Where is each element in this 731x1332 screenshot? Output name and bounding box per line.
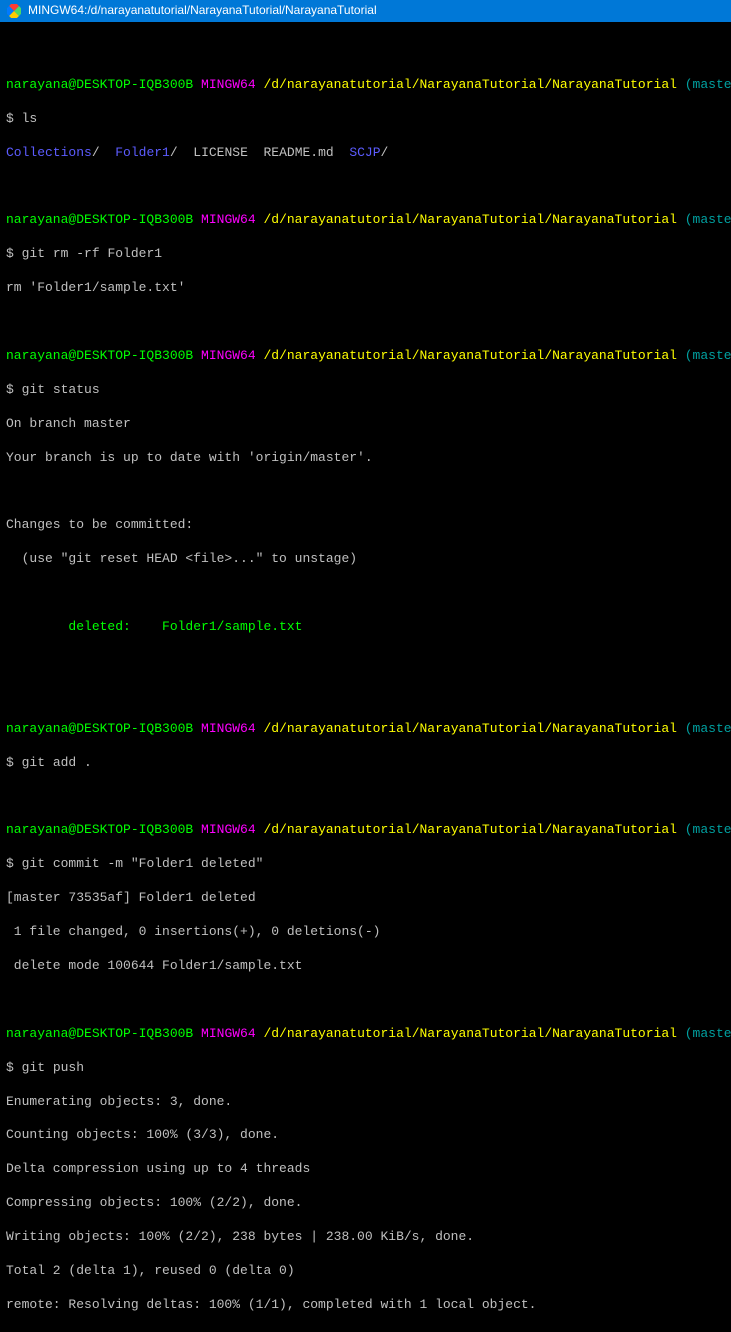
commit-output: delete mode 100644 Folder1/sample.txt xyxy=(6,958,725,975)
push-output: Delta compression using up to 4 threads xyxy=(6,1161,725,1178)
push-output: Writing objects: 100% (2/2), 238 bytes |… xyxy=(6,1229,725,1246)
prompt-line: narayana@DESKTOP-IQB300B MINGW64 /d/nara… xyxy=(6,212,725,229)
git-bash-icon xyxy=(6,3,22,19)
push-output: Counting objects: 100% (3/3), done. xyxy=(6,1127,725,1144)
push-output: To https://github.com/NarayanaTutorial/N… xyxy=(6,1331,725,1332)
ls-output: Collections/ Folder1/ LICENSE README.md … xyxy=(6,145,725,162)
status-output: (use "git reset HEAD <file>..." to unsta… xyxy=(6,551,725,568)
status-output: Changes to be committed: xyxy=(6,517,725,534)
prompt-line: narayana@DESKTOP-IQB300B MINGW64 /d/nara… xyxy=(6,77,725,94)
window-title: MINGW64:/d/narayanatutorial/NarayanaTuto… xyxy=(28,3,377,19)
command-line: $ git push xyxy=(6,1060,725,1077)
window-titlebar[interactable]: MINGW64:/d/narayanatutorial/NarayanaTuto… xyxy=(0,0,731,22)
prompt-line: narayana@DESKTOP-IQB300B MINGW64 /d/nara… xyxy=(6,721,725,738)
commit-output: [master 73535af] Folder1 deleted xyxy=(6,890,725,907)
command-line: $ git commit -m "Folder1 deleted" xyxy=(6,856,725,873)
command-line: $ git add . xyxy=(6,755,725,772)
status-output: Your branch is up to date with 'origin/m… xyxy=(6,450,725,467)
command-line: $ ls xyxy=(6,111,725,128)
commit-output: 1 file changed, 0 insertions(+), 0 delet… xyxy=(6,924,725,941)
status-deleted: deleted: Folder1/sample.txt xyxy=(6,619,725,636)
push-output: remote: Resolving deltas: 100% (1/1), co… xyxy=(6,1297,725,1314)
push-output: Total 2 (delta 1), reused 0 (delta 0) xyxy=(6,1263,725,1280)
terminal-area[interactable]: narayana@DESKTOP-IQB300B MINGW64 /d/nara… xyxy=(0,22,731,1332)
command-line: $ git rm -rf Folder1 xyxy=(6,246,725,263)
prompt-line: narayana@DESKTOP-IQB300B MINGW64 /d/nara… xyxy=(6,822,725,839)
prompt-line: narayana@DESKTOP-IQB300B MINGW64 /d/nara… xyxy=(6,1026,725,1043)
push-output: Enumerating objects: 3, done. xyxy=(6,1094,725,1111)
status-output: On branch master xyxy=(6,416,725,433)
prompt-line: narayana@DESKTOP-IQB300B MINGW64 /d/nara… xyxy=(6,348,725,365)
push-output: Compressing objects: 100% (2/2), done. xyxy=(6,1195,725,1212)
rm-output: rm 'Folder1/sample.txt' xyxy=(6,280,725,297)
command-line: $ git status xyxy=(6,382,725,399)
